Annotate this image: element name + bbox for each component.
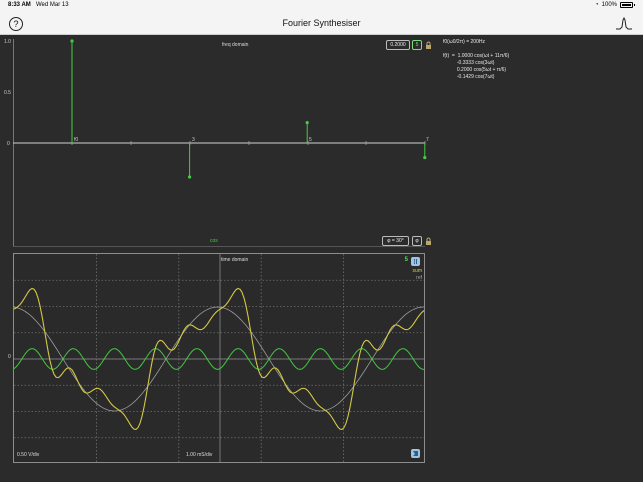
frequency-y-label-0: 0 xyxy=(7,141,10,147)
time-domain-plot xyxy=(14,254,424,462)
waveform-type-label: cos xyxy=(210,238,218,244)
harmonic-label-7: 7 xyxy=(426,137,429,143)
harmonic-count-box[interactable]: 5 xyxy=(412,40,422,50)
harmonic-value-box[interactable]: 0.2000 xyxy=(386,40,410,50)
time-per-division: 1.00 mS/div xyxy=(186,452,213,458)
frequency-bottom-axis xyxy=(13,246,425,247)
phase-toggle-button[interactable]: φ xyxy=(412,236,422,246)
reference-label: ref xyxy=(416,275,422,281)
equation-line-1: f(t) = 1.0000 cos(ωt + 11π/6) xyxy=(443,53,510,59)
frequency-y-label-1: 1.0 xyxy=(4,39,11,45)
frequency-y-label-05: 0.5 xyxy=(4,90,11,96)
pulse-icon[interactable] xyxy=(615,16,633,31)
phase-lock-icon[interactable] xyxy=(425,237,432,245)
frequency-point-3 xyxy=(188,175,192,179)
settings-button[interactable] xyxy=(411,449,420,458)
status-time: 8:33 AM xyxy=(8,2,31,8)
time-zero-label: 0 xyxy=(8,354,11,360)
status-right: ◔ 100% xyxy=(595,2,635,8)
equation-panel: f0(ω0/2π) = 200Hz f(t) = 1.0000 cos(ωt +… xyxy=(443,39,633,81)
volts-per-division: 0.50 V/div xyxy=(17,452,40,458)
page-title: Fourier Synthesiser xyxy=(282,18,361,28)
equation-line-4: -0.1429 cos(7ωt) xyxy=(443,74,495,80)
battery-percent: 100% xyxy=(601,2,617,8)
harmonic-label-3: 3 xyxy=(192,137,195,143)
status-date: Wed Mar 13 xyxy=(36,2,69,8)
frequency-left-axis xyxy=(13,39,14,246)
lock-icon[interactable] xyxy=(425,41,432,49)
navigation-bar: ? Fourier Synthesiser xyxy=(0,12,643,35)
frequency-point-7 xyxy=(423,155,427,160)
pause-button[interactable] xyxy=(411,257,420,266)
wifi-icon: ◔ xyxy=(595,2,599,8)
phase-value-box[interactable]: φ = 30° xyxy=(382,236,409,246)
status-bar: 8:33 AM Wed Mar 13 ◔ 100% xyxy=(0,0,643,12)
time-domain-scope: time domain 5 sum ref 0.50 V/div 1.00 mS… xyxy=(13,253,425,463)
fundamental-frequency: f0(ω0/2π) = 200Hz xyxy=(443,39,485,45)
time-counter: 5 xyxy=(404,257,408,263)
equation-spacer xyxy=(443,46,633,53)
time-domain-title: time domain xyxy=(221,257,249,263)
frequency-point-5 xyxy=(305,121,309,125)
frequency-domain-title: freq domain xyxy=(222,42,249,48)
frequency-point-1 xyxy=(70,39,74,43)
battery-icon xyxy=(620,2,635,8)
harmonic-label-f0: f0 xyxy=(74,137,79,143)
sum-label: sum xyxy=(412,268,422,274)
equation-line-2: -0.3333 cos(3ωt) xyxy=(443,60,495,66)
equation-line-3: 0.2000 cos(5ωt + π/6) xyxy=(443,67,507,73)
phase-icon: φ xyxy=(415,238,419,244)
harmonic-label-5: 5 xyxy=(309,137,312,143)
